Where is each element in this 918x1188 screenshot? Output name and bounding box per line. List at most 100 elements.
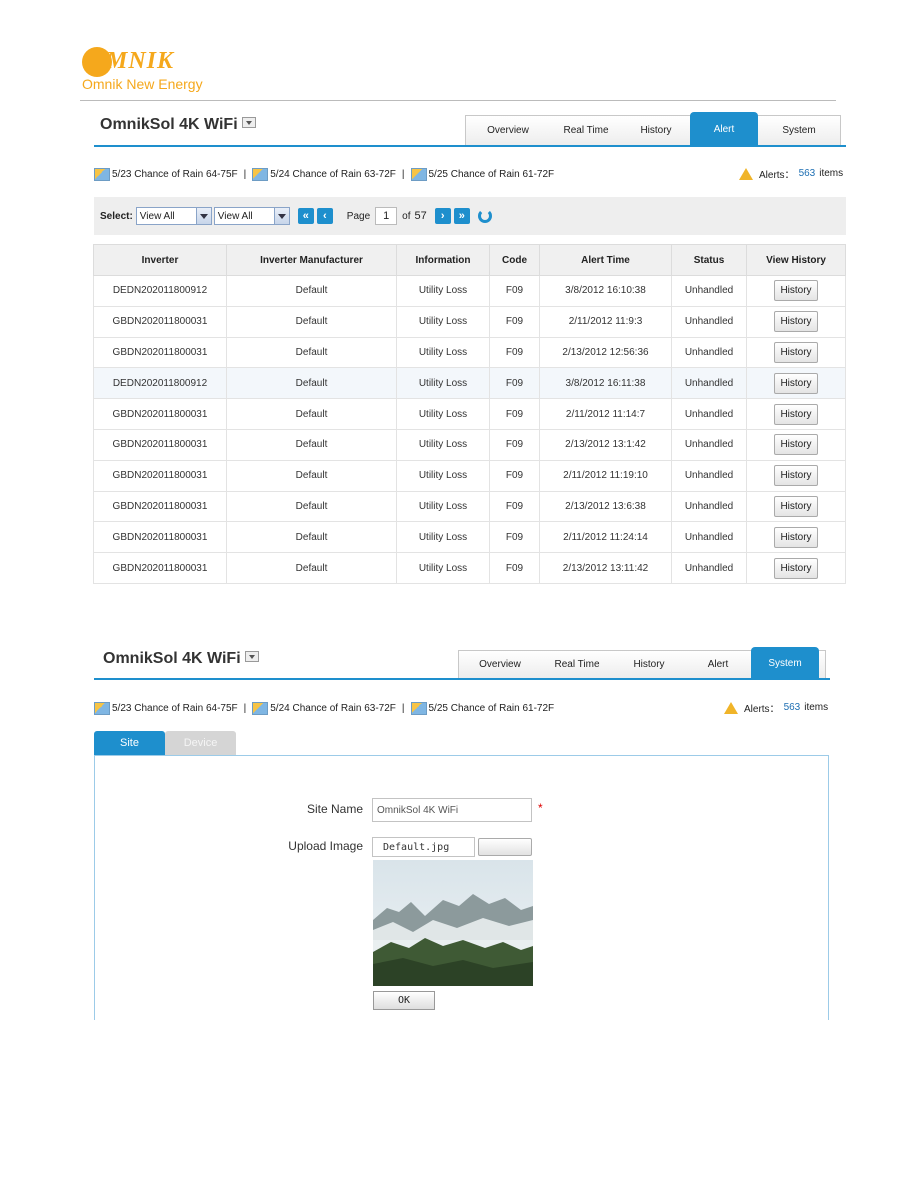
- dropdown-arrow-icon[interactable]: [241, 117, 256, 129]
- cell-inverter: GBDN202011800031: [93, 398, 227, 430]
- tab-overview[interactable]: Overview: [466, 116, 550, 145]
- history-button[interactable]: History: [774, 403, 818, 425]
- weather-forecast: 5/23 Chance of Rain 64-75F | 5/24 Chance…: [94, 702, 554, 715]
- filter-select-1-value: View All: [139, 210, 175, 222]
- history-button[interactable]: History: [774, 434, 818, 456]
- cell-information: Utility Loss: [396, 429, 490, 461]
- cell-information: Utility Loss: [396, 367, 490, 400]
- tab-system[interactable]: System: [758, 116, 840, 145]
- col-inverter: Inverter: [93, 244, 227, 276]
- logo-tagline: Omnik New Energy: [82, 76, 203, 92]
- subtab-device[interactable]: Device: [165, 731, 236, 755]
- filter-select-2[interactable]: View All: [213, 207, 290, 225]
- refresh-icon[interactable]: [477, 209, 492, 223]
- history-button[interactable]: History: [774, 280, 818, 302]
- cell-alert-time: 2/11/2012 11:24:14: [539, 521, 672, 554]
- cell-alert-time: 2/13/2012 13:6:38: [539, 491, 672, 523]
- tabs-underline: [94, 145, 846, 147]
- page-input[interactable]: 1: [375, 207, 398, 225]
- tab-overview[interactable]: Overview: [459, 651, 541, 678]
- weather-day-3: 5/25 Chance of Rain 61-72F: [428, 169, 555, 180]
- weather-day-1: 5/23 Chance of Rain 64-75F: [112, 169, 238, 180]
- table-row: GBDN202011800031 Default Utility Loss F0…: [93, 491, 846, 523]
- history-button[interactable]: History: [774, 557, 818, 579]
- subtab-site[interactable]: Site: [94, 731, 165, 755]
- main-tabs: Overview Real Time History Alert System: [458, 647, 826, 679]
- ok-button[interactable]: OK: [373, 991, 435, 1010]
- table-row: GBDN202011800031 Default Utility Loss F0…: [93, 398, 846, 430]
- cell-manufacturer: Default: [226, 552, 397, 584]
- cell-manufacturer: Default: [226, 337, 397, 369]
- history-button[interactable]: History: [774, 465, 818, 487]
- next-page-icon[interactable]: ›: [434, 208, 451, 224]
- site-title[interactable]: OmnikSol 4K WiFi: [100, 116, 256, 134]
- cell-code: F09: [489, 275, 540, 307]
- cell-inverter: GBDN202011800031: [93, 429, 227, 461]
- tab-alert[interactable]: Alert: [685, 651, 751, 678]
- weather-separator: |: [401, 169, 405, 180]
- mountain-landscape-image: [373, 860, 533, 986]
- cell-action: History: [746, 337, 846, 369]
- site-name-input[interactable]: OmnikSol 4K WiFi: [372, 798, 532, 822]
- site-title[interactable]: OmnikSol 4K WiFi: [103, 650, 259, 668]
- col-status: Status: [671, 244, 747, 276]
- filter-select-1[interactable]: View All: [135, 207, 212, 225]
- chevron-down-icon: [199, 214, 208, 219]
- header-divider: [80, 100, 836, 101]
- history-button[interactable]: History: [774, 495, 818, 517]
- cell-status: Unhandled: [671, 552, 747, 584]
- tab-alert[interactable]: Alert: [690, 112, 758, 146]
- cell-inverter: GBDN202011800031: [93, 306, 227, 338]
- alerts-suffix: items: [819, 168, 844, 179]
- first-page-icon[interactable]: «: [297, 208, 314, 224]
- tab-real-time[interactable]: Real Time: [550, 116, 622, 145]
- weather-icon: [410, 168, 427, 181]
- cell-alert-time: 3/8/2012 16:10:38: [539, 275, 672, 307]
- table-row: GBDN202011800031 Default Utility Loss F0…: [93, 306, 846, 338]
- filter-select-2-value: View All: [217, 210, 253, 222]
- cell-code: F09: [489, 552, 540, 584]
- alerts-count[interactable]: 563: [784, 702, 801, 713]
- dropdown-arrow-icon[interactable]: [244, 651, 259, 663]
- cell-inverter: GBDN202011800031: [93, 491, 227, 523]
- table-header-row: Inverter Inverter Manufacturer Informati…: [93, 244, 846, 276]
- cell-manufacturer: Default: [226, 367, 397, 400]
- history-button[interactable]: History: [774, 311, 818, 333]
- cell-alert-time: 2/13/2012 12:56:36: [539, 337, 672, 369]
- cell-inverter: DEDN202011800912: [93, 275, 227, 307]
- cell-manufacturer: Default: [226, 275, 397, 307]
- tab-history[interactable]: History: [622, 116, 690, 145]
- cell-action: History: [746, 429, 846, 461]
- tab-history[interactable]: History: [613, 651, 685, 678]
- main-tabs: Overview Real Time History Alert System: [465, 112, 841, 146]
- cell-information: Utility Loss: [396, 275, 490, 307]
- cell-status: Unhandled: [671, 491, 747, 523]
- history-button[interactable]: History: [774, 341, 818, 363]
- alerts-label: Alerts：: [744, 704, 780, 715]
- table-row: GBDN202011800031 Default Utility Loss F0…: [93, 552, 846, 584]
- cell-alert-time: 2/11/2012 11:19:10: [539, 460, 672, 492]
- weather-icon: [252, 702, 269, 715]
- weather-forecast: 5/23 Chance of Rain 64-75F | 5/24 Chance…: [94, 168, 554, 181]
- cell-code: F09: [489, 337, 540, 369]
- history-button[interactable]: History: [774, 526, 818, 548]
- total-pages: 57: [414, 210, 427, 222]
- site-title-text: OmnikSol 4K WiFi: [100, 116, 238, 133]
- last-page-icon[interactable]: »: [453, 208, 470, 224]
- history-button[interactable]: History: [774, 372, 818, 394]
- table-row: DEDN202011800912 Default Utility Loss F0…: [93, 275, 846, 307]
- cell-status: Unhandled: [671, 367, 747, 400]
- tab-system[interactable]: System: [751, 647, 819, 679]
- tab-real-time[interactable]: Real Time: [541, 651, 613, 678]
- alerts-count[interactable]: 563: [799, 168, 816, 179]
- cell-code: F09: [489, 398, 540, 430]
- browse-button[interactable]: [478, 838, 532, 856]
- prev-page-icon[interactable]: ‹: [316, 208, 333, 224]
- cell-information: Utility Loss: [396, 552, 490, 584]
- alerts-summary: Alerts： 563 items: [724, 700, 828, 715]
- upload-file-input[interactable]: Default.jpg: [372, 837, 475, 857]
- col-manufacturer: Inverter Manufacturer: [226, 244, 397, 276]
- page-label: Page: [346, 210, 371, 222]
- cell-code: F09: [489, 491, 540, 523]
- site-image-preview: [373, 860, 533, 986]
